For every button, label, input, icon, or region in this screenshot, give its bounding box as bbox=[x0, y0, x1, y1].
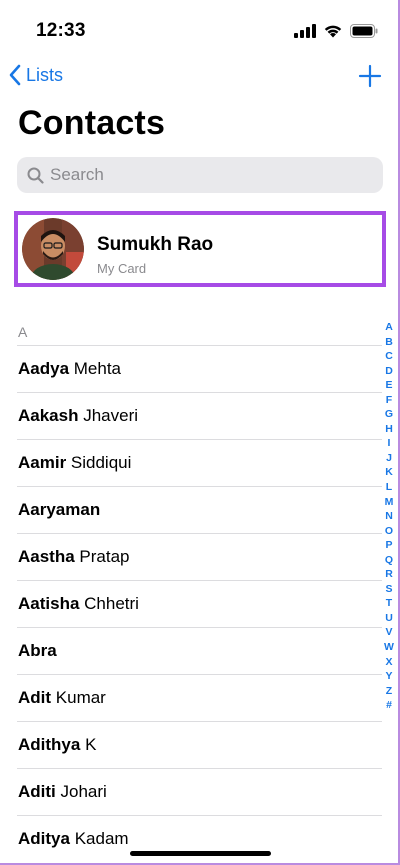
page-title: Contacts bbox=[18, 104, 166, 142]
section-header-a: A bbox=[18, 324, 28, 340]
contact-row[interactable]: Aatisha Chhetri bbox=[0, 580, 400, 627]
chevron-left-icon bbox=[9, 64, 21, 86]
back-label: Lists bbox=[26, 64, 64, 85]
search-input[interactable] bbox=[50, 165, 350, 185]
contact-name: Aamir Siddiqui bbox=[18, 453, 131, 473]
contact-first-name: Aatisha bbox=[18, 594, 80, 613]
contact-row[interactable]: Abra bbox=[0, 627, 400, 674]
wifi-icon bbox=[324, 25, 342, 38]
index-letter[interactable]: N bbox=[385, 509, 393, 524]
index-letter[interactable]: L bbox=[386, 480, 392, 495]
contact-row[interactable]: Aastha Pratap bbox=[0, 533, 400, 580]
contact-first-name: Aditya bbox=[18, 829, 70, 848]
contact-name: Aakash Jhaveri bbox=[18, 406, 138, 426]
contact-last-name: Chhetri bbox=[79, 594, 139, 613]
index-letter[interactable]: V bbox=[385, 625, 392, 640]
contact-first-name: Aastha bbox=[18, 547, 75, 566]
home-indicator[interactable] bbox=[130, 851, 271, 856]
contact-last-name: Johari bbox=[55, 782, 107, 801]
contact-name: Aditya Kadam bbox=[18, 829, 129, 849]
signal-icon bbox=[294, 24, 316, 38]
contact-row[interactable]: Adithya K bbox=[0, 721, 400, 768]
contact-name: Aditi Johari bbox=[18, 782, 107, 802]
contact-row[interactable]: Aadya Mehta bbox=[0, 345, 400, 392]
contact-last-name: Mehta bbox=[69, 359, 122, 378]
contact-name: Aaryaman bbox=[18, 500, 100, 520]
index-letter[interactable]: G bbox=[385, 407, 393, 422]
contact-row[interactable]: Aakash Jhaveri bbox=[0, 392, 400, 439]
contact-last-name: Siddiqui bbox=[66, 453, 132, 472]
index-letter[interactable]: O bbox=[385, 524, 393, 539]
contact-first-name: Adithya bbox=[18, 735, 81, 754]
contact-first-name: Aakash bbox=[18, 406, 79, 425]
contact-first-name: Aamir bbox=[18, 453, 67, 472]
contact-last-name: Kumar bbox=[51, 688, 106, 707]
index-letter[interactable]: W bbox=[384, 640, 394, 655]
index-letter[interactable]: S bbox=[385, 582, 392, 597]
battery-icon bbox=[350, 24, 378, 38]
alphabet-index[interactable]: A B C D E F G H I J K L M N O P Q R S T … bbox=[381, 320, 397, 713]
index-letter[interactable]: P bbox=[385, 538, 392, 553]
contact-first-name: Abra bbox=[18, 641, 57, 660]
index-letter[interactable]: # bbox=[386, 698, 392, 713]
index-letter[interactable]: F bbox=[386, 393, 392, 408]
contact-name: Aadya Mehta bbox=[18, 359, 121, 379]
index-letter[interactable]: R bbox=[385, 567, 393, 582]
index-letter[interactable]: T bbox=[386, 596, 392, 611]
contact-row[interactable]: Aaryaman bbox=[0, 486, 400, 533]
index-letter[interactable]: E bbox=[385, 378, 392, 393]
plus-icon bbox=[358, 64, 382, 88]
contact-first-name: Adit bbox=[18, 688, 52, 707]
index-letter[interactable]: A bbox=[385, 320, 393, 335]
index-letter[interactable]: C bbox=[385, 349, 393, 364]
contact-name: Adit Kumar bbox=[18, 688, 106, 708]
index-letter[interactable]: H bbox=[385, 422, 393, 437]
my-card-name: Sumukh Rao bbox=[97, 234, 214, 255]
index-letter[interactable]: B bbox=[385, 335, 393, 350]
contact-last-name: Kadam bbox=[69, 829, 129, 848]
contact-last-name: Jhaveri bbox=[78, 406, 139, 425]
search-bar[interactable] bbox=[17, 157, 383, 193]
status-icons bbox=[294, 23, 378, 39]
avatar bbox=[22, 218, 84, 280]
index-letter[interactable]: I bbox=[388, 436, 391, 451]
index-letter[interactable]: X bbox=[385, 655, 392, 670]
contact-last-name: K bbox=[80, 735, 97, 754]
index-letter[interactable]: Y bbox=[385, 669, 392, 684]
contact-name: Abra bbox=[18, 641, 57, 661]
contact-list: Aadya Mehta Aakash Jhaveri Aamir Siddiqu… bbox=[0, 345, 400, 862]
status-bar: 12:33 bbox=[0, 0, 400, 52]
index-letter[interactable]: D bbox=[385, 364, 393, 379]
contact-first-name: Aaryaman bbox=[18, 500, 101, 519]
contact-row[interactable]: Aditi Johari bbox=[0, 768, 400, 815]
index-letter[interactable]: J bbox=[386, 451, 392, 466]
index-letter[interactable]: K bbox=[385, 465, 393, 480]
status-time: 12:33 bbox=[36, 20, 86, 41]
index-letter[interactable]: M bbox=[385, 495, 394, 510]
my-card[interactable]: Sumukh Rao My Card bbox=[14, 211, 386, 287]
contact-first-name: Aditi bbox=[18, 782, 56, 801]
index-letter[interactable]: Q bbox=[385, 553, 393, 568]
contact-name: Adithya K bbox=[18, 735, 96, 755]
contact-last-name: Pratap bbox=[74, 547, 130, 566]
contact-first-name: Aadya bbox=[18, 359, 70, 378]
search-icon bbox=[27, 167, 44, 184]
my-card-subtitle: My Card bbox=[97, 261, 147, 276]
index-letter[interactable]: Z bbox=[386, 684, 392, 699]
contact-row[interactable]: Adit Kumar bbox=[0, 674, 400, 721]
contact-row[interactable]: Aamir Siddiqui bbox=[0, 439, 400, 486]
back-to-lists-button[interactable]: Lists bbox=[8, 64, 63, 86]
contact-name: Aatisha Chhetri bbox=[18, 594, 139, 614]
index-letter[interactable]: U bbox=[385, 611, 393, 626]
add-contact-button[interactable] bbox=[358, 64, 382, 88]
contact-name: Aastha Pratap bbox=[18, 547, 130, 567]
